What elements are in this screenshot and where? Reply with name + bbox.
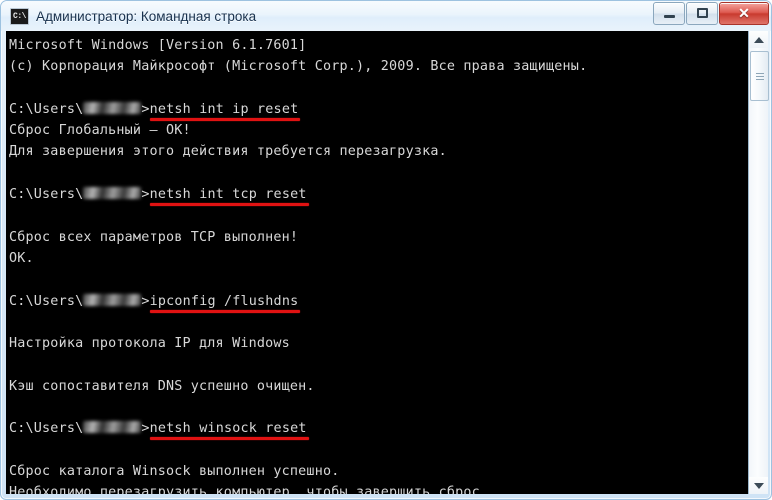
- prompt-caret: >: [141, 293, 150, 309]
- maximize-icon: [696, 8, 708, 18]
- prompt-path: C:\Users\: [9, 101, 84, 117]
- console-output-line: Настройка протокола IP для Windows: [9, 336, 290, 352]
- command-prompt-window: C:\ Администратор: Командная строка ✕ Mi…: [0, 0, 772, 500]
- prompt-caret: >: [141, 101, 150, 117]
- console-prompt-line: C:\Users\ >netsh winsock reset: [9, 418, 748, 439]
- redacted-username: [83, 293, 142, 306]
- minimize-button[interactable]: [653, 1, 685, 25]
- title-bar[interactable]: C:\ Администратор: Командная строка ✕: [1, 1, 771, 31]
- scroll-down-icon: [753, 482, 764, 489]
- console-output-line: Microsoft Windows [Version 6.1.7601]: [9, 38, 307, 53]
- minimize-icon: [663, 14, 675, 18]
- console-output-line: Необходимо перезагрузить компьютер, чтоб…: [9, 485, 489, 494]
- console-output[interactable]: Microsoft Windows [Version 6.1.7601] (c) …: [6, 31, 748, 494]
- vertical-scrollbar[interactable]: [748, 31, 769, 494]
- console-prompt-line: C:\Users\ >ipconfig /flushdns: [9, 291, 748, 312]
- scroll-up-button[interactable]: [749, 31, 768, 48]
- console-output-line: Кэш сопоставителя DNS успешно очищен.: [9, 378, 315, 394]
- scroll-down-button[interactable]: [749, 477, 768, 494]
- prompt-caret: >: [141, 187, 150, 203]
- console-output-line: Сброс Глобальный — OK!: [9, 123, 191, 139]
- prompt-caret: >: [141, 421, 150, 437]
- close-icon: ✕: [738, 5, 750, 21]
- console-command: netsh int ip reset: [149, 101, 299, 117]
- cmd-icon: C:\: [10, 8, 29, 25]
- grip-icon: [755, 71, 764, 82]
- console-command: ipconfig /flushdns: [149, 293, 299, 309]
- prompt-path: C:\Users\: [9, 293, 84, 309]
- scrollbar-thumb[interactable]: [750, 51, 769, 101]
- redacted-username: [83, 101, 142, 114]
- console-output-line: Сброс всех параметров TCP выполнен!: [9, 229, 299, 245]
- redacted-username: [83, 187, 142, 200]
- close-button[interactable]: ✕: [719, 1, 769, 25]
- prompt-path: C:\Users\: [9, 187, 84, 203]
- maximize-button[interactable]: [686, 1, 718, 25]
- redacted-username: [83, 421, 142, 434]
- console-output-line: Сброс каталога Winsock выполнен успешно.: [9, 463, 340, 479]
- console-prompt-line: C:\Users\ >netsh int tcp reset: [9, 184, 748, 205]
- window-controls: ✕: [652, 1, 769, 25]
- console-command: netsh int tcp reset: [149, 187, 307, 203]
- console-output-line: Для завершения этого действия требуется …: [9, 144, 447, 160]
- prompt-path: C:\Users\: [9, 421, 84, 437]
- console-prompt-line: C:\Users\ >netsh int ip reset: [9, 99, 748, 120]
- console-output-line: ОК.: [9, 250, 34, 266]
- console-client-area[interactable]: Microsoft Windows [Version 6.1.7601] (c) …: [6, 31, 769, 494]
- console-command: netsh winsock reset: [149, 421, 307, 437]
- console-output-line: (c) Корпорация Майкрософт (Microsoft Cor…: [9, 59, 588, 75]
- scroll-up-icon: [753, 36, 764, 43]
- window-title: Администратор: Командная строка: [36, 8, 257, 24]
